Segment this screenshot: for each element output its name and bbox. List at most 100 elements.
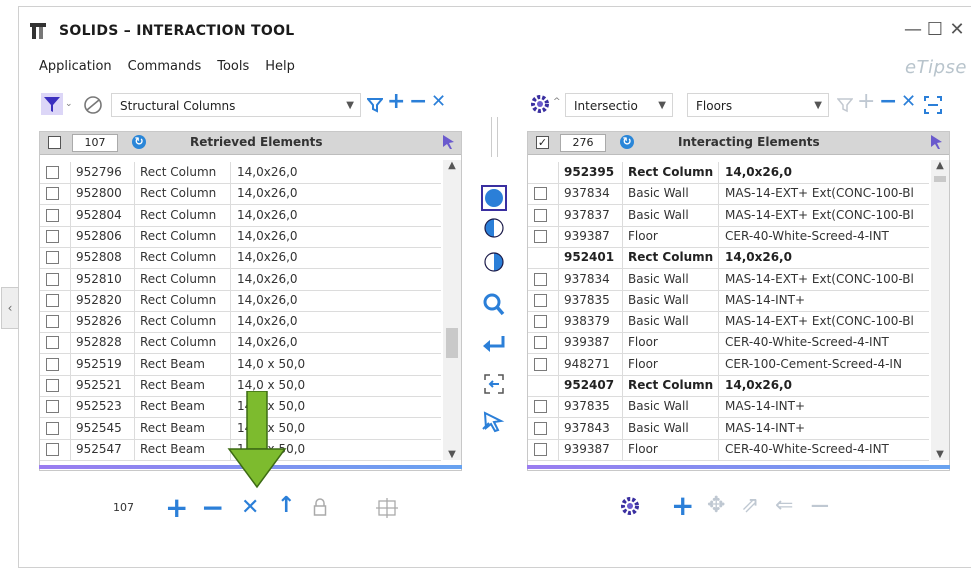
select-frame-icon[interactable] [923, 95, 943, 115]
category-dropdown[interactable]: Structural Columns ▼ [111, 93, 361, 117]
add-filter-button-disabled[interactable]: + [857, 89, 875, 114]
interacting-scrollbar[interactable]: ▲ ▼ [931, 160, 949, 460]
scroll-down-icon[interactable]: ▼ [443, 449, 461, 460]
remove-button[interactable]: − [201, 491, 224, 524]
clear-button[interactable]: ✕ [241, 495, 259, 520]
row-checkbox[interactable] [46, 251, 59, 265]
pointer-icon[interactable] [442, 134, 456, 150]
table-row[interactable]: 937835 Basic Wall MAS-14-INT+ [528, 396, 929, 419]
row-checkbox[interactable] [534, 336, 547, 350]
row-checkbox[interactable] [46, 357, 59, 371]
group-row[interactable]: 952401 Rect Column 14,0x26,0 [528, 247, 929, 270]
select-all-checkbox-checked[interactable]: ✓ [536, 136, 549, 149]
table-row[interactable]: 939387 Floor CER-40-White-Screed-4-INT [528, 225, 929, 248]
row-checkbox[interactable] [46, 379, 59, 392]
table-row[interactable]: 939387 Floor CER-40-White-Screed-4-INT [528, 438, 929, 461]
row-checkbox[interactable] [46, 400, 59, 414]
chevron-up-icon[interactable]: ^ [553, 97, 561, 107]
add-button[interactable]: + [165, 491, 188, 524]
table-row[interactable]: 952519 Rect Beam 14,0 x 50,0 [40, 353, 441, 376]
gear-icon[interactable] [619, 495, 641, 517]
row-checkbox[interactable] [46, 166, 59, 179]
select-all-checkbox[interactable] [48, 136, 61, 149]
row-checkbox[interactable] [46, 336, 59, 350]
maximize-button[interactable]: ☐ [925, 19, 945, 40]
table-row[interactable]: 952826 Rect Column 14,0x26,0 [40, 311, 441, 334]
row-checkbox[interactable] [534, 421, 547, 435]
splitter-handle[interactable] [491, 117, 498, 157]
clear-filter-button[interactable]: ✕ [901, 91, 916, 112]
select-frame-icon[interactable] [483, 373, 505, 395]
group-row[interactable]: 952395 Rect Column 14,0x26,0 [528, 162, 929, 184]
back-arrow-button-disabled[interactable]: ⇐ [775, 493, 793, 518]
interaction-category-dropdown[interactable]: Floors ▼ [687, 93, 829, 117]
close-window-button[interactable]: ✕ [947, 19, 967, 40]
table-row[interactable]: 937835 Basic Wall MAS-14-INT+ [528, 289, 929, 312]
row-checkbox[interactable] [46, 208, 59, 222]
interacting-scroll-thumb[interactable] [934, 176, 946, 182]
retrieved-scroll-thumb[interactable] [446, 328, 458, 358]
menu-tools[interactable]: Tools [217, 59, 249, 74]
half-circle-icon[interactable] [483, 217, 505, 239]
refresh-icon[interactable]: ↻ [620, 135, 634, 149]
scroll-up-icon[interactable]: ▲ [443, 160, 461, 171]
table-row[interactable]: 948271 Floor CER-100-Cement-Screed-4-IN [528, 353, 929, 376]
add-to-view-button-disabled[interactable]: ✥ [707, 493, 725, 518]
filter-icon[interactable] [41, 93, 63, 115]
gear-icon[interactable] [529, 93, 551, 115]
up-arrow-icon[interactable]: ↑ [277, 493, 295, 518]
minimize-button[interactable]: — [903, 19, 923, 40]
group-row[interactable]: 952407 Rect Column 14,0x26,0 [528, 375, 929, 397]
row-checkbox[interactable] [46, 293, 59, 307]
mode-dropdown[interactable]: Intersectio ▼ [565, 93, 673, 117]
add-button[interactable]: + [671, 489, 694, 522]
collapse-side-button[interactable]: ‹ [1, 287, 19, 329]
remove-filter-button[interactable]: − [879, 89, 897, 114]
half-circle-icon[interactable] [483, 251, 505, 273]
add-filter-button[interactable]: + [387, 89, 405, 114]
filter-icon[interactable] [367, 97, 383, 113]
zoom-icon[interactable] [483, 293, 505, 317]
return-arrow-icon[interactable] [481, 333, 507, 357]
row-checkbox[interactable] [534, 293, 547, 307]
menu-application[interactable]: Application [39, 59, 112, 74]
table-row[interactable]: 952820 Rect Column 14,0x26,0 [40, 289, 441, 312]
grid-icon[interactable] [375, 497, 399, 519]
row-checkbox[interactable] [46, 315, 59, 329]
row-checkbox[interactable] [46, 442, 59, 456]
table-row[interactable]: 937843 Basic Wall MAS-14-INT+ [528, 417, 929, 440]
table-row[interactable]: 938379 Basic Wall MAS-14-EXT+ Ext(CONC-100… [528, 311, 929, 334]
row-checkbox[interactable] [534, 187, 547, 201]
table-row[interactable]: 937837 Basic Wall MAS-14-EXT+ Ext(CONC-100… [528, 204, 929, 227]
row-checkbox[interactable] [534, 400, 547, 414]
chevron-down-icon[interactable]: ⌄ [65, 99, 73, 109]
sphere-icon[interactable] [481, 185, 507, 211]
menu-help[interactable]: Help [265, 59, 295, 74]
retrieved-scrollbar[interactable]: ▲ ▼ [443, 160, 461, 460]
row-checkbox[interactable] [534, 357, 547, 371]
row-checkbox[interactable] [46, 272, 59, 286]
menu-commands[interactable]: Commands [128, 59, 202, 74]
wand-icon[interactable] [481, 409, 507, 433]
remove-button-disabled[interactable]: − [809, 491, 831, 521]
filter-icon[interactable] [837, 97, 853, 113]
row-checkbox[interactable] [534, 315, 547, 329]
refresh-icon[interactable]: ↻ [132, 135, 146, 149]
scroll-up-icon[interactable]: ▲ [931, 160, 949, 171]
table-row[interactable]: 952800 Rect Column 14,0x26,0 [40, 183, 441, 206]
table-row[interactable]: 952808 Rect Column 14,0x26,0 [40, 247, 441, 270]
row-checkbox[interactable] [534, 272, 547, 286]
table-row[interactable]: 937834 Basic Wall MAS-14-EXT+ Ext(CONC-100… [528, 268, 929, 291]
table-row[interactable]: 937834 Basic Wall MAS-14-EXT+ Ext(CONC-100… [528, 183, 929, 206]
no-entry-icon[interactable] [83, 95, 103, 115]
table-row[interactable]: 952804 Rect Column 14,0x26,0 [40, 204, 441, 227]
row-checkbox[interactable] [534, 208, 547, 222]
row-checkbox[interactable] [534, 442, 547, 456]
move-button-disabled[interactable]: ⇗ [741, 493, 759, 518]
clear-filter-button[interactable]: ✕ [431, 91, 446, 112]
scroll-down-icon[interactable]: ▼ [931, 449, 949, 460]
row-checkbox[interactable] [46, 187, 59, 201]
table-row[interactable]: 952796 Rect Column 14,0x26,0 [40, 162, 441, 184]
row-checkbox[interactable] [46, 229, 59, 243]
row-checkbox[interactable] [46, 421, 59, 435]
